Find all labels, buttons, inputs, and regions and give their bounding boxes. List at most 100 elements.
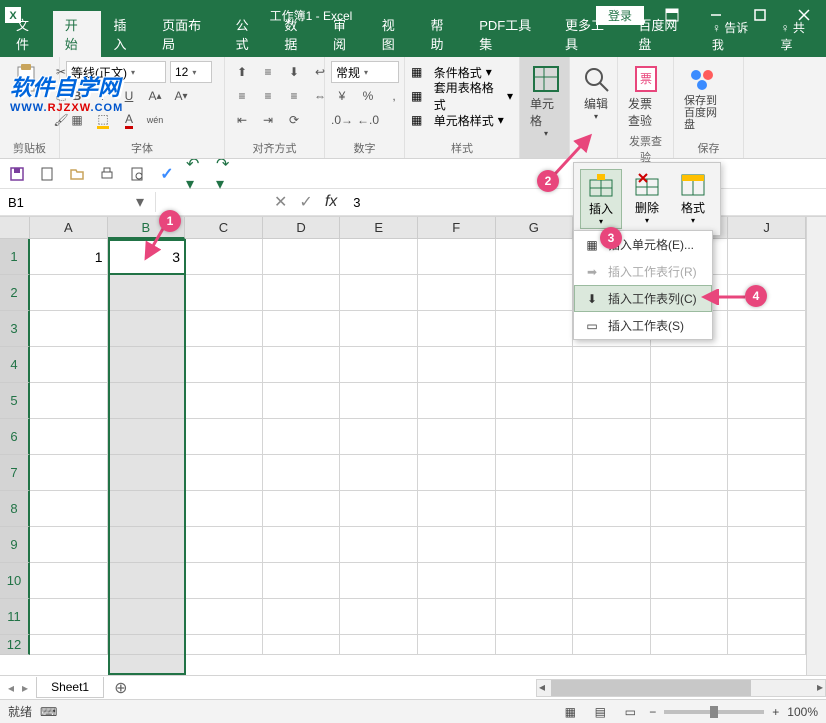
- share-button[interactable]: ♀ 共享: [768, 15, 826, 57]
- col-header-G[interactable]: G: [496, 217, 574, 239]
- name-box[interactable]: ▾: [0, 192, 156, 212]
- decrease-decimal-icon[interactable]: ←.0: [357, 109, 379, 131]
- tab-baidu[interactable]: 百度网盘: [626, 11, 699, 57]
- tab-more[interactable]: 更多工具: [553, 11, 626, 57]
- cell-B1[interactable]: [108, 239, 186, 275]
- grow-font-icon[interactable]: A▴: [144, 85, 166, 107]
- save-baidu-button[interactable]: 保存到百度网盘: [680, 61, 724, 133]
- currency-icon[interactable]: ¥: [331, 85, 353, 107]
- editing-button[interactable]: 编辑▾: [576, 61, 616, 123]
- phonetic-icon[interactable]: wén: [144, 109, 166, 131]
- add-sheet-icon[interactable]: ⊕: [104, 678, 137, 698]
- menu-insert-sheet[interactable]: ▭ 插入工作表(S): [574, 312, 712, 339]
- new-icon[interactable]: [36, 163, 58, 185]
- panel-delete-button[interactable]: 删除▾: [626, 169, 668, 229]
- undo-icon[interactable]: ↶ ▾: [186, 163, 208, 185]
- zoom-level[interactable]: 100%: [787, 705, 818, 719]
- name-box-input[interactable]: [0, 195, 130, 210]
- border-icon[interactable]: ▦: [66, 109, 88, 131]
- row-header-10[interactable]: 10: [0, 563, 30, 599]
- col-header-A[interactable]: A: [30, 217, 108, 239]
- spellcheck-icon[interactable]: ✓: [156, 163, 178, 185]
- table-format-button[interactable]: ▦ 套用表格格式 ▾: [411, 85, 513, 107]
- tab-view[interactable]: 视图: [370, 11, 419, 57]
- name-box-dropdown-icon[interactable]: ▾: [130, 192, 150, 212]
- paste-button[interactable]: [6, 61, 46, 97]
- tab-formulas[interactable]: 公式: [224, 11, 273, 57]
- print-preview-icon[interactable]: [126, 163, 148, 185]
- invoice-button[interactable]: 票 发票查验: [624, 61, 667, 131]
- enter-formula-icon[interactable]: ✓: [299, 192, 312, 212]
- vertical-scrollbar[interactable]: [806, 217, 826, 675]
- comma-icon[interactable]: ,: [383, 85, 405, 107]
- row-header-7[interactable]: 7: [0, 455, 30, 491]
- page-break-view-icon[interactable]: ▭: [619, 703, 641, 721]
- fx-icon[interactable]: fx: [325, 193, 337, 211]
- tab-review[interactable]: 审阅: [321, 11, 370, 57]
- indent-right-icon[interactable]: ⇥: [257, 109, 279, 131]
- align-bottom-icon[interactable]: ⬇: [283, 61, 305, 83]
- cancel-formula-icon[interactable]: ✕: [274, 192, 287, 212]
- align-middle-icon[interactable]: ≡: [257, 61, 279, 83]
- row-header-6[interactable]: 6: [0, 419, 30, 455]
- row-header-2[interactable]: 2: [0, 275, 30, 311]
- print-icon[interactable]: [96, 163, 118, 185]
- indent-left-icon[interactable]: ⇤: [231, 109, 253, 131]
- align-center-icon[interactable]: ≡: [257, 85, 279, 107]
- row-header-9[interactable]: 9: [0, 527, 30, 563]
- align-top-icon[interactable]: ⬆: [231, 61, 253, 83]
- tab-home[interactable]: 开始: [53, 11, 102, 57]
- shrink-font-icon[interactable]: A▾: [170, 85, 192, 107]
- bold-icon[interactable]: B: [66, 85, 88, 107]
- font-color-icon[interactable]: A: [118, 109, 140, 131]
- panel-insert-button[interactable]: 插入▾: [580, 169, 622, 229]
- save-icon[interactable]: [6, 163, 28, 185]
- tab-layout[interactable]: 页面布局: [150, 11, 223, 57]
- tab-file[interactable]: 文件: [4, 11, 53, 57]
- underline-icon[interactable]: U: [118, 85, 140, 107]
- increase-decimal-icon[interactable]: .0→: [331, 109, 353, 131]
- tab-pdf[interactable]: PDF工具集: [467, 11, 553, 57]
- tab-insert[interactable]: 插入: [101, 11, 150, 57]
- row-header-4[interactable]: 4: [0, 347, 30, 383]
- col-header-C[interactable]: C: [185, 217, 263, 239]
- sheet-nav-prev-icon[interactable]: ◂: [8, 681, 14, 695]
- row-header-5[interactable]: 5: [0, 383, 30, 419]
- horizontal-scrollbar[interactable]: ◂ ▸: [536, 679, 826, 697]
- page-layout-view-icon[interactable]: ▤: [589, 703, 611, 721]
- col-header-D[interactable]: D: [263, 217, 341, 239]
- row-header-1[interactable]: 1: [0, 239, 30, 275]
- italic-icon[interactable]: I: [92, 85, 114, 107]
- font-size-combo[interactable]: 12▾: [170, 61, 212, 83]
- tab-help[interactable]: 帮助: [418, 11, 467, 57]
- col-header-F[interactable]: F: [418, 217, 496, 239]
- normal-view-icon[interactable]: ▦: [559, 703, 581, 721]
- panel-format-button[interactable]: 格式▾: [672, 169, 714, 229]
- fill-color-icon[interactable]: ⬚: [92, 109, 114, 131]
- zoom-slider[interactable]: [664, 710, 764, 714]
- open-icon[interactable]: [66, 163, 88, 185]
- align-left-icon[interactable]: ≡: [231, 85, 253, 107]
- sheet-nav-next-icon[interactable]: ▸: [22, 681, 28, 695]
- menu-insert-cols[interactable]: ⬇ 插入工作表列(C): [574, 285, 712, 312]
- font-family-combo[interactable]: 等线(正文)▾: [66, 61, 166, 83]
- cell-A1[interactable]: 1: [30, 239, 108, 275]
- align-right-icon[interactable]: ≡: [283, 85, 305, 107]
- cells-group-button[interactable]: 单元格▾: [526, 61, 566, 140]
- orientation-icon[interactable]: ⟳: [283, 109, 305, 131]
- sheet-tab-sheet1[interactable]: Sheet1: [36, 677, 104, 698]
- row-header-3[interactable]: 3: [0, 311, 30, 347]
- col-header-E[interactable]: E: [340, 217, 418, 239]
- col-header-J[interactable]: J: [728, 217, 806, 239]
- cell-styles-button[interactable]: ▦ 单元格样式 ▾: [411, 109, 504, 131]
- tab-data[interactable]: 数据: [272, 11, 321, 57]
- row-header-12[interactable]: 12: [0, 635, 30, 655]
- redo-icon[interactable]: ↷ ▾: [216, 163, 238, 185]
- zoom-out-icon[interactable]: −: [649, 705, 656, 719]
- select-all-corner[interactable]: [0, 217, 30, 239]
- tell-me[interactable]: ♀ 告诉我: [700, 15, 769, 57]
- menu-insert-cells[interactable]: ▦ 插入单元格(E)...: [574, 231, 712, 258]
- number-format-combo[interactable]: 常规▾: [331, 61, 399, 83]
- zoom-in-icon[interactable]: +: [772, 705, 779, 719]
- row-header-11[interactable]: 11: [0, 599, 30, 635]
